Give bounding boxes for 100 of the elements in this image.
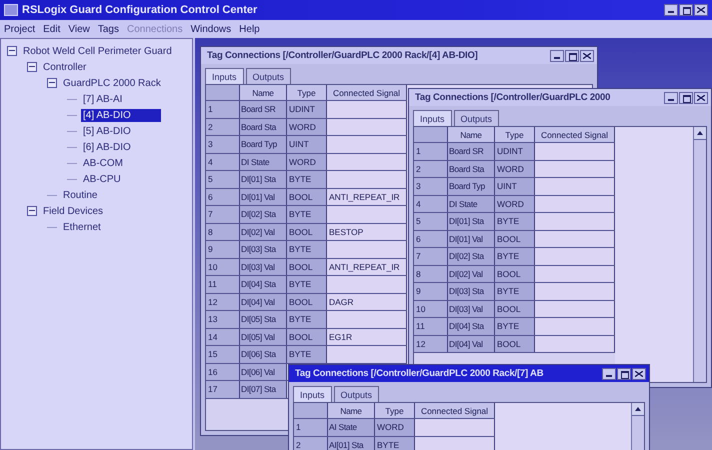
column-header[interactable]: Type [287, 85, 327, 100]
header-corner [414, 127, 448, 142]
tab[interactable]: Outputs [454, 110, 500, 126]
menu-item[interactable]: Tags [98, 24, 119, 34]
scroll-up-icon[interactable] [632, 403, 644, 416]
tree-item[interactable]: GuardPLC 2000 Rack [61, 76, 163, 90]
column-header[interactable]: Type [375, 403, 415, 418]
close-button[interactable] [694, 92, 708, 104]
row-number: 9 [414, 283, 448, 300]
row-number: 12 [206, 294, 240, 310]
table-cell: BYTE [287, 206, 327, 222]
close-button[interactable] [632, 368, 646, 380]
maximize-button[interactable] [617, 368, 631, 380]
tree-item[interactable]: AB-COM [81, 156, 125, 170]
tree-item[interactable]: Robot Weld Cell Perimeter Guard [21, 44, 174, 58]
row-number: 13 [206, 311, 240, 328]
close-button[interactable] [580, 50, 594, 62]
row-number: 15 [206, 346, 240, 362]
window-title: Tag Connections [/Controller/GuardPLC 2000 [415, 92, 612, 103]
minimize-button[interactable] [664, 4, 678, 16]
table-cell: Board Sta [240, 118, 287, 135]
row-number: 16 [206, 364, 240, 380]
row-number: 7 [206, 206, 240, 222]
row-number: 14 [206, 328, 240, 345]
close-button[interactable] [694, 4, 708, 16]
minimize-button[interactable] [550, 50, 564, 62]
minimize-button[interactable] [602, 368, 616, 380]
table-cell: Board Sta [448, 160, 495, 177]
table-cell: DI[03] Val [240, 258, 287, 275]
table-cell: DI[06] Sta [240, 346, 287, 362]
menu-item[interactable]: Project [4, 24, 36, 34]
table-cell: UDINT [495, 143, 535, 160]
column-header[interactable]: Name [240, 85, 287, 100]
table-cell: DI[05] Val [240, 328, 287, 345]
collapse-icon[interactable] [27, 206, 37, 216]
table-cell: ANTI_REPEAT_IR [327, 258, 407, 275]
row-number: 6 [414, 230, 448, 247]
table-cell: DI[02] Val [240, 224, 287, 240]
collapse-icon[interactable] [27, 62, 37, 72]
tree-item[interactable]: [5] AB-DIO [81, 124, 133, 138]
column-header[interactable]: Name [448, 127, 495, 142]
table-cell: UDINT [287, 101, 327, 118]
tree-item[interactable]: [6] AB-DIO [81, 140, 133, 154]
table-cell: DI[04] Val [448, 336, 495, 352]
scroll-up-icon[interactable] [694, 127, 706, 140]
table-cell: BOOL [495, 230, 535, 247]
row-number: 11 [206, 276, 240, 292]
tree-item[interactable]: AB-CPU [81, 172, 123, 186]
tree-item[interactable]: [4] AB-DIO [81, 108, 161, 122]
collapse-icon[interactable] [47, 78, 57, 88]
scrollbar[interactable] [693, 127, 706, 382]
column-header[interactable]: Connected Signal [535, 127, 615, 142]
column-header[interactable]: Name [328, 403, 375, 418]
menu-item[interactable]: Windows [190, 24, 232, 34]
table-cell: BYTE [495, 283, 535, 300]
header-corner [206, 85, 240, 100]
row-number: 2 [206, 118, 240, 135]
table-cell: BOOL [287, 328, 327, 345]
column-header[interactable]: Connected Signal [327, 85, 407, 100]
column-header[interactable]: Type [495, 127, 535, 142]
table-cell: BYTE [495, 213, 535, 230]
row-number: 6 [206, 188, 240, 205]
table-cell: WORD [495, 196, 535, 212]
menu-item[interactable]: View [68, 24, 90, 34]
app-icon [4, 4, 18, 16]
scrollbar[interactable] [631, 403, 644, 450]
collapse-icon[interactable] [7, 46, 17, 56]
tab[interactable]: Inputs [413, 110, 452, 126]
table-cell: Board Typ [448, 178, 495, 194]
tree-item[interactable]: [7] AB-AI [81, 92, 124, 106]
table-cell: BYTE [287, 311, 327, 328]
column-header[interactable]: Connected Signal [415, 403, 495, 418]
row-number: 5 [414, 213, 448, 230]
row-number: 17 [206, 381, 240, 398]
table-cell: BOOL [495, 336, 535, 352]
tab[interactable]: Outputs [334, 386, 380, 402]
maximize-button[interactable] [565, 50, 579, 62]
table-cell: DAGR [327, 294, 407, 310]
table-cell: ANTI_REPEAT_IR [327, 188, 407, 205]
row-number: 4 [414, 196, 448, 212]
tab[interactable]: Outputs [246, 68, 292, 84]
row-number: 1 [206, 101, 240, 118]
tree-item[interactable]: Routine [61, 188, 100, 202]
table-cell: Board SR [448, 143, 495, 160]
menu-item[interactable]: Help [239, 24, 260, 34]
minimize-button[interactable] [664, 92, 678, 104]
tree-item[interactable]: Ethernet [61, 220, 103, 234]
table-cell: BYTE [287, 241, 327, 258]
row-number: 4 [206, 154, 240, 170]
tree-item[interactable]: Field Devices [41, 204, 106, 218]
tab[interactable]: Inputs [293, 386, 332, 402]
tab[interactable]: Inputs [205, 68, 244, 84]
maximize-button[interactable] [679, 92, 693, 104]
table-cell: BYTE [495, 318, 535, 334]
row-number: 1 [294, 419, 328, 436]
menu-item[interactable]: Edit [43, 24, 60, 34]
tree-item[interactable]: Controller [41, 60, 88, 74]
restore-button[interactable] [679, 4, 693, 16]
row-number: 12 [414, 336, 448, 352]
table-cell: EG1R [327, 328, 407, 345]
